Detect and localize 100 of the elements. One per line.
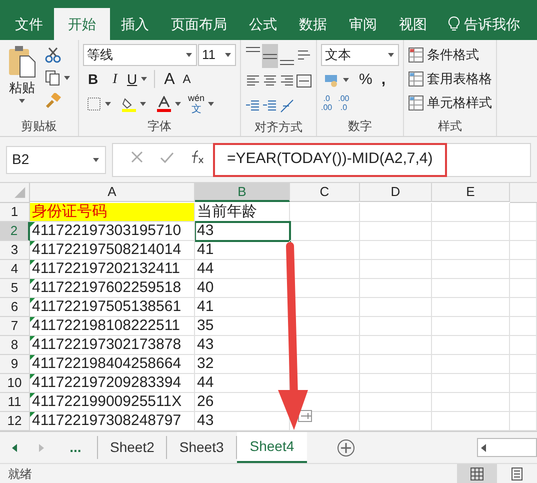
format-painter-icon bbox=[45, 93, 61, 109]
font-field[interactable]: 等线 bbox=[83, 44, 197, 66]
row-header: 9 bbox=[0, 355, 30, 374]
underline-button[interactable]: U bbox=[127, 68, 148, 90]
table-cell: 411722198404258664 bbox=[30, 355, 195, 374]
table-cell: 43 bbox=[195, 336, 290, 355]
empty-cell bbox=[510, 241, 537, 260]
empty-cell bbox=[360, 298, 432, 317]
empty-cell bbox=[510, 336, 537, 355]
row-header: 12 bbox=[0, 412, 30, 431]
group-label: 样式 bbox=[438, 118, 462, 135]
ribbon-tab[interactable]: 插入 bbox=[110, 8, 160, 40]
empty-cell bbox=[510, 355, 537, 374]
ribbon-tab[interactable]: 文件 bbox=[4, 8, 54, 40]
table-cell: 411722197303195710 bbox=[30, 222, 195, 241]
merge-icon bbox=[296, 73, 312, 89]
caret-icon bbox=[139, 101, 147, 107]
comma-button[interactable]: , bbox=[378, 69, 389, 91]
empty-cell bbox=[360, 260, 432, 279]
lightbulb-icon bbox=[448, 16, 460, 32]
left-triangle-icon bbox=[481, 444, 486, 452]
empty-cell bbox=[360, 374, 432, 393]
cut-icon bbox=[45, 47, 61, 63]
group-label: 剪贴板 bbox=[21, 118, 57, 135]
caret-icon bbox=[342, 77, 350, 83]
row-header: 6 bbox=[0, 298, 30, 317]
align-top-icon bbox=[246, 47, 260, 52]
ribbon-tab[interactable]: 审阅 bbox=[338, 8, 388, 40]
grow-font-button[interactable]: A bbox=[161, 68, 178, 90]
column-header: B bbox=[195, 183, 290, 202]
close-icon bbox=[131, 151, 143, 164]
empty-cell bbox=[360, 355, 432, 374]
ribbon-tab[interactable]: 公式 bbox=[238, 8, 288, 40]
ribbon-tab[interactable]: 开始 bbox=[54, 8, 110, 40]
group-label: 数字 bbox=[348, 118, 372, 135]
column-header: A bbox=[30, 183, 195, 202]
left-triangle-icon bbox=[12, 444, 18, 452]
table-cell: 411722198108222511 bbox=[30, 317, 195, 336]
row-header: 8 bbox=[0, 336, 30, 355]
table-cell: 35 bbox=[195, 317, 290, 336]
normal-view-button[interactable] bbox=[457, 464, 497, 483]
paste-button[interactable]: 粘贴 bbox=[4, 44, 40, 116]
table-grid-icon bbox=[408, 46, 424, 62]
bold-button[interactable]: B bbox=[83, 68, 103, 90]
empty-cell bbox=[360, 241, 432, 260]
empty-cell bbox=[510, 393, 537, 412]
sheet-tab[interactable]: Sheet2 bbox=[98, 436, 168, 459]
align-middle-button[interactable] bbox=[262, 44, 278, 68]
clipboard-icon bbox=[7, 44, 37, 78]
ribbon-tab[interactable]: 页面布局 bbox=[160, 8, 238, 40]
style-button[interactable]: 条件格式 bbox=[408, 44, 492, 65]
name-box[interactable]: B2 bbox=[6, 146, 106, 174]
orientation-icon bbox=[279, 98, 295, 114]
caret-icon bbox=[185, 52, 193, 58]
empty-cell bbox=[510, 298, 537, 317]
empty-cell bbox=[510, 203, 537, 222]
table-cell: 44 bbox=[195, 260, 290, 279]
table-cell: 411722197508214014 bbox=[30, 241, 195, 260]
caret-icon bbox=[104, 101, 112, 107]
table-cell: 411722197602259518 bbox=[30, 279, 195, 298]
table-grid-icon bbox=[408, 70, 424, 86]
tell-me-button[interactable]: 告诉我你 bbox=[438, 8, 520, 40]
phonetic-button[interactable]: wén 文 bbox=[188, 92, 215, 116]
row-header: 4 bbox=[0, 260, 30, 279]
fill-color-icon bbox=[121, 96, 137, 112]
currency-icon bbox=[324, 72, 340, 88]
ribbon-tab[interactable]: 视图 bbox=[388, 8, 438, 40]
table-cell: 41 bbox=[195, 241, 290, 260]
copy-icon bbox=[45, 70, 61, 86]
italic-button[interactable]: I bbox=[105, 68, 125, 90]
right-triangle-icon bbox=[39, 444, 45, 452]
row-header: 10 bbox=[0, 374, 30, 393]
formula-field[interactable]: =YEAR(TODAY())-MID(A2,7,4) bbox=[213, 142, 447, 176]
number-format-field[interactable]: 文本 bbox=[321, 44, 399, 66]
row-header: 5 bbox=[0, 279, 30, 298]
paste-options-icon bbox=[298, 410, 312, 422]
more-sheets-button[interactable]: ... bbox=[54, 436, 98, 459]
ribbon-tab[interactable]: 数据 bbox=[288, 8, 338, 40]
empty-cell bbox=[510, 222, 537, 241]
horizontal-scrollbar[interactable] bbox=[477, 438, 537, 457]
caret-icon bbox=[387, 52, 395, 58]
caret-icon bbox=[206, 101, 215, 107]
empty-cell bbox=[360, 203, 432, 222]
row-header: 11 bbox=[0, 393, 30, 412]
row-header: 2 bbox=[0, 222, 30, 241]
increase-decimal-button[interactable]: .0 .00 bbox=[321, 94, 332, 112]
decrease-decimal-button[interactable]: .00 .0 bbox=[338, 94, 350, 112]
shrink-font-button[interactable]: A bbox=[180, 68, 194, 90]
sheet-tab[interactable]: Sheet4 bbox=[236, 432, 308, 463]
table-cell: 当前年龄 bbox=[195, 203, 290, 222]
caret-icon bbox=[174, 101, 182, 107]
font-size-field[interactable]: 11 bbox=[198, 44, 236, 66]
align-bottom-icon bbox=[280, 60, 294, 65]
style-button[interactable]: 单元格样式 bbox=[408, 92, 492, 113]
style-button[interactable]: 套用表格格 bbox=[408, 68, 492, 89]
font-color-icon bbox=[156, 96, 172, 112]
empty-cell bbox=[290, 203, 360, 222]
function-icon bbox=[189, 150, 205, 164]
percent-button[interactable]: % bbox=[359, 69, 372, 91]
empty-cell bbox=[360, 336, 432, 355]
